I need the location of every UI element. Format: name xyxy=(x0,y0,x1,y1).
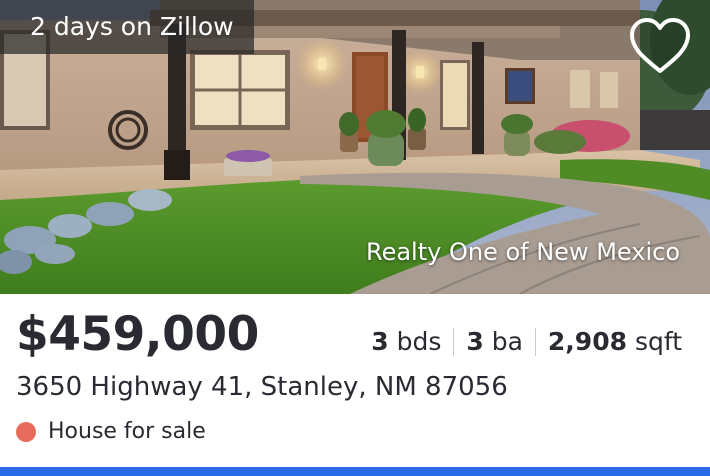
listing-address[interactable]: 3650 Highway 41, Stanley, NM 87056 xyxy=(16,372,508,402)
listing-card[interactable]: 2 days on Zillow Realty One of New Mexic… xyxy=(0,0,710,476)
days-on-zillow-badge: 2 days on Zillow xyxy=(0,0,254,54)
status-dot-icon xyxy=(16,421,36,442)
baths-fact: 3 ba xyxy=(466,327,523,356)
listing-price: $459,000 xyxy=(16,307,259,362)
beds-value: 3 xyxy=(371,327,389,356)
photo-credit-watermark: Realty One of New Mexico xyxy=(365,238,680,266)
listing-status: House for sale xyxy=(16,419,206,444)
listing-photo[interactable]: 2 days on Zillow Realty One of New Mexic… xyxy=(0,0,710,294)
accent-bottom-bar xyxy=(0,467,710,476)
sqft-value: 2,908 xyxy=(547,327,627,356)
sqft-unit: sqft xyxy=(634,327,682,356)
baths-value: 3 xyxy=(466,327,484,356)
beds-fact: 3 bds xyxy=(371,327,441,356)
sqft-fact: 2,908 sqft xyxy=(548,327,682,356)
beds-unit: bds xyxy=(396,327,442,356)
listing-facts: 3 bds 3 ba 2,908 sqft xyxy=(371,327,682,356)
status-text: House for sale xyxy=(48,419,206,444)
heart-outline-icon[interactable] xyxy=(626,16,694,76)
favorite-heart-icon xyxy=(630,18,690,73)
baths-unit: ba xyxy=(491,327,523,356)
facts-divider xyxy=(534,327,536,356)
facts-divider xyxy=(453,327,455,356)
